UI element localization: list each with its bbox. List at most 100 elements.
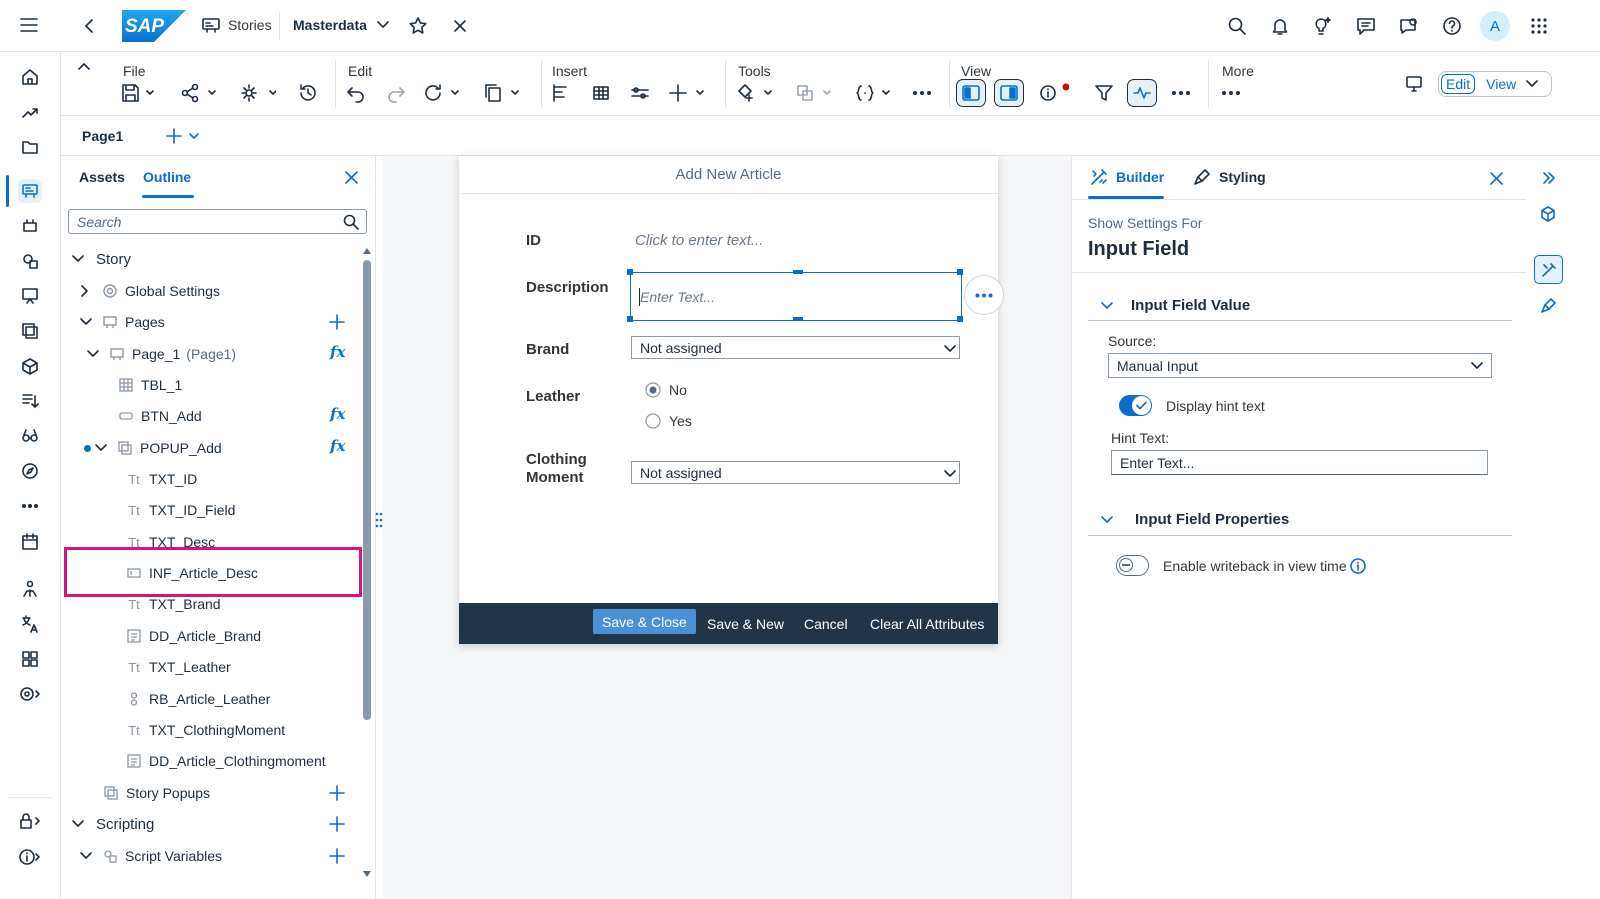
scroll-down-icon[interactable] xyxy=(363,871,371,879)
translation-icon[interactable] xyxy=(18,612,42,636)
tree-item-story[interactable]: Story xyxy=(71,247,131,271)
insert-add-button[interactable] xyxy=(669,81,705,105)
collapse-toolbar-icon[interactable] xyxy=(78,62,90,70)
tree-item-popup-add[interactable]: POPUP_Add xyxy=(95,436,222,460)
redo-button[interactable] xyxy=(386,81,406,105)
resize-handle[interactable] xyxy=(627,316,633,322)
menu-icon[interactable] xyxy=(20,17,38,33)
copy-button[interactable] xyxy=(484,81,520,105)
resize-handle[interactable] xyxy=(957,316,963,322)
refresh-button[interactable] xyxy=(424,81,460,105)
notification-bell-icon[interactable] xyxy=(1270,16,1290,36)
device-preview-icon[interactable] xyxy=(1404,74,1424,94)
binoculars-icon[interactable] xyxy=(18,424,42,448)
view-more-button[interactable] xyxy=(1171,81,1191,105)
search-input[interactable]: Search xyxy=(68,209,367,234)
resize-handle[interactable] xyxy=(957,269,963,275)
resize-handle[interactable] xyxy=(793,270,803,274)
close-panel-icon[interactable] xyxy=(1490,172,1503,185)
tab-assets[interactable]: Assets xyxy=(79,169,125,185)
datasets-icon[interactable] xyxy=(18,319,42,343)
system-icon[interactable] xyxy=(18,682,42,706)
leather-radio-no[interactable]: No xyxy=(645,382,687,398)
close-panel-icon[interactable] xyxy=(345,171,358,184)
clear-all-attributes-button[interactable]: Clear All Attributes xyxy=(870,603,984,644)
left-panel-toggle[interactable] xyxy=(956,79,986,107)
add-popup-icon[interactable] xyxy=(329,785,345,801)
search-icon[interactable] xyxy=(343,214,359,230)
save-button[interactable] xyxy=(121,81,155,105)
filter-button[interactable] xyxy=(1094,81,1114,105)
tree-item-script-variables[interactable]: Script Variables xyxy=(80,844,222,868)
hint-text-input[interactable]: Enter Text... xyxy=(1111,450,1488,475)
source-dropdown[interactable]: Manual Input xyxy=(1108,353,1492,378)
panel-resize-handle[interactable] xyxy=(375,511,383,529)
performance-button[interactable] xyxy=(1127,79,1157,107)
share-button[interactable] xyxy=(181,81,217,105)
tree-item-scripting[interactable]: Scripting xyxy=(71,812,154,836)
tree-item-rb-article-leather[interactable]: RB_Article_Leather xyxy=(126,687,270,711)
compass-icon[interactable] xyxy=(18,459,42,483)
digital-boardroom-icon[interactable] xyxy=(18,284,42,308)
star-icon[interactable] xyxy=(408,16,428,36)
right-panel-toggle[interactable] xyxy=(994,79,1024,107)
search-icon[interactable] xyxy=(1227,16,1247,36)
description-input-field[interactable]: Enter Text... xyxy=(627,269,963,322)
modeler-icon[interactable] xyxy=(18,354,42,378)
tree-item-inf-article-desc[interactable]: INF_Article_Desc xyxy=(126,561,258,585)
builder-rail-button[interactable] xyxy=(1534,255,1563,284)
clothing-moment-dropdown[interactable]: Not assigned xyxy=(631,461,960,484)
tree-item-txt-brand[interactable]: Tt TXT_Brand xyxy=(126,592,220,616)
more-button[interactable] xyxy=(1221,81,1241,105)
cancel-button[interactable]: Cancel xyxy=(804,603,848,644)
script-fx-icon[interactable]: fx xyxy=(330,405,345,423)
tree-item-global-settings[interactable]: Global Settings xyxy=(80,279,220,303)
styling-brush-icon[interactable] xyxy=(1540,298,1556,314)
tree-item-txt-id-field[interactable]: Tt TXT_ID_Field xyxy=(126,498,235,522)
data-action-icon[interactable] xyxy=(18,389,42,413)
add-page-icon[interactable] xyxy=(329,314,345,330)
edit-mode-button[interactable]: Edit xyxy=(1441,74,1476,94)
resize-handle[interactable] xyxy=(793,317,803,321)
tree-item-dd-article-clothingmoment[interactable]: DD_Article_Clothingmoment xyxy=(126,749,326,773)
tree-item-txt-leather[interactable]: Tt TXT_Leather xyxy=(126,655,231,679)
collaboration-icon[interactable] xyxy=(1399,16,1419,36)
insert-chart-button[interactable] xyxy=(551,81,571,105)
help-icon[interactable] xyxy=(1442,16,1462,36)
home-icon[interactable] xyxy=(18,65,42,89)
tree-item-txt-clothingmoment[interactable]: Tt TXT_ClothingMoment xyxy=(126,718,285,742)
chevron-down-icon[interactable] xyxy=(1526,80,1539,88)
tree-item-story-popups[interactable]: Story Popups xyxy=(103,781,210,805)
tools-shapes-button[interactable] xyxy=(737,81,773,105)
resize-handle[interactable] xyxy=(627,269,633,275)
section-input-field-properties-header[interactable]: Input Field Properties xyxy=(1100,511,1289,528)
script-fx-icon[interactable]: fx xyxy=(330,343,345,361)
expand-panel-icon[interactable] xyxy=(1542,172,1556,184)
back-icon[interactable] xyxy=(82,18,96,34)
add-variable-icon[interactable] xyxy=(329,848,345,864)
display-hint-toggle[interactable] xyxy=(1119,395,1152,416)
tree-item-pages[interactable]: Pages xyxy=(80,310,165,334)
stories-nav-icon[interactable] xyxy=(18,179,42,203)
security-icon[interactable] xyxy=(18,809,42,833)
tree-item-dd-article-brand[interactable]: DD_Article_Brand xyxy=(126,624,261,648)
cube-icon[interactable] xyxy=(1540,206,1556,222)
stories-link[interactable]: Stories xyxy=(202,17,272,33)
script-fx-icon[interactable]: fx xyxy=(330,437,345,455)
user-roles-icon[interactable] xyxy=(18,577,42,601)
story-title-menu[interactable]: Masterdata xyxy=(293,17,390,33)
tree-item-page-1[interactable]: Page_1 (Page1) xyxy=(87,342,236,366)
history-button[interactable] xyxy=(298,81,318,105)
scrollbar-thumb[interactable] xyxy=(363,260,371,720)
tree-item-tbl-1[interactable]: TBL_1 xyxy=(118,373,182,397)
save-new-button[interactable]: Save & New xyxy=(707,603,784,644)
section-input-field-value-header[interactable]: Input Field Value xyxy=(1100,297,1250,314)
undo-button[interactable] xyxy=(346,81,366,105)
tree-item-txt-id[interactable]: Tt TXT_ID xyxy=(126,467,197,491)
insert-input-control-button[interactable] xyxy=(630,81,650,105)
leather-radio-yes[interactable]: Yes xyxy=(645,413,692,429)
save-close-button[interactable]: Save & Close xyxy=(593,609,696,634)
enable-writeback-toggle[interactable] xyxy=(1116,555,1149,576)
close-icon[interactable] xyxy=(453,19,467,33)
calendar-icon[interactable] xyxy=(18,530,42,554)
